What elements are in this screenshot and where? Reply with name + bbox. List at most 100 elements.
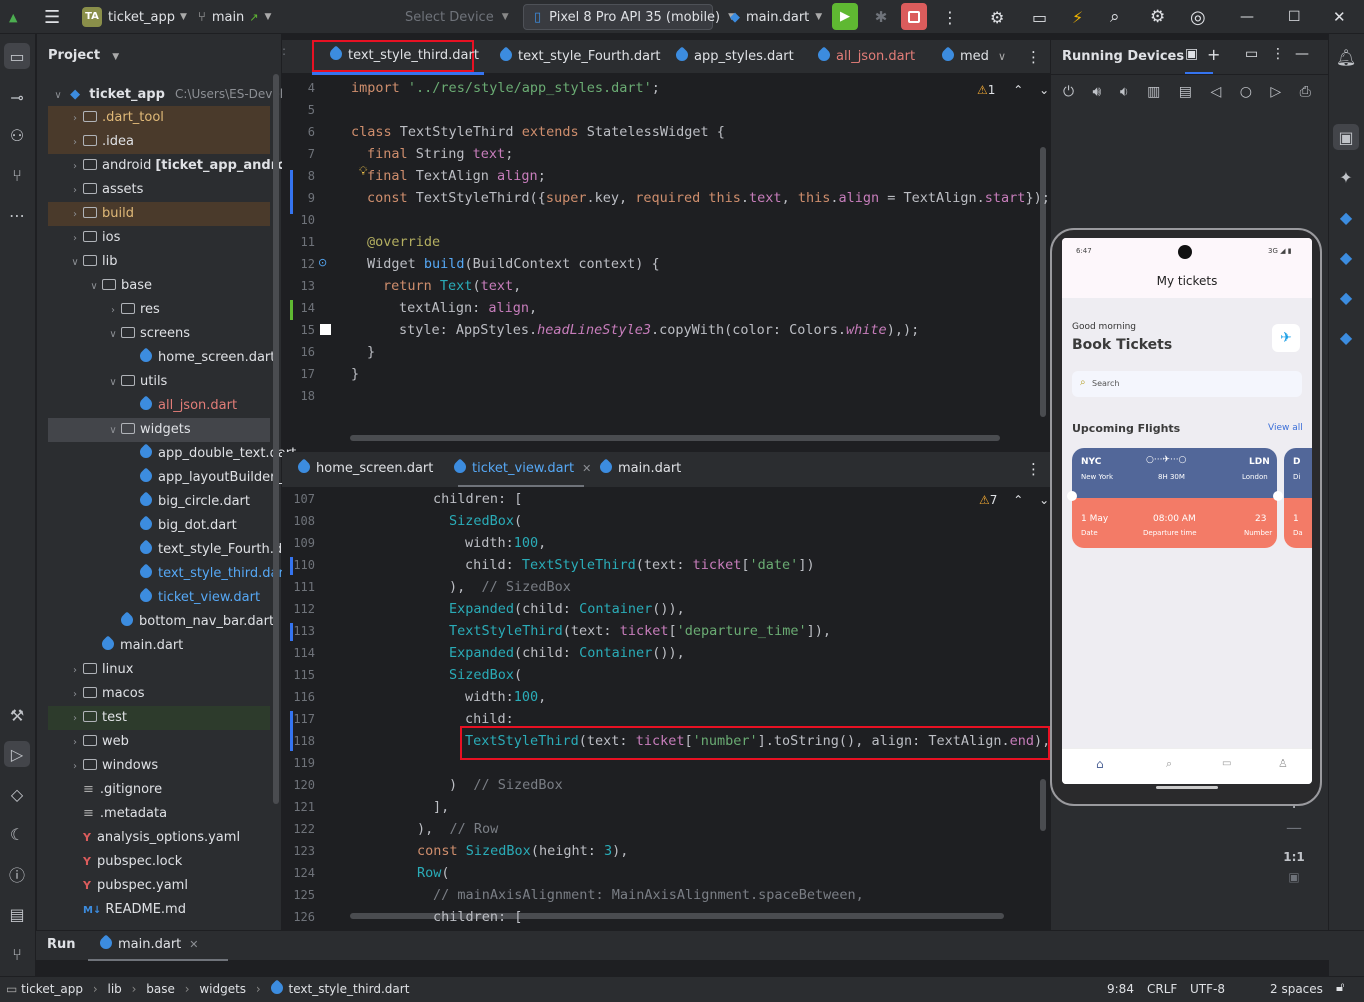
tree-item[interactable]: › assets	[48, 178, 270, 202]
code-line[interactable]: SizedBox(	[449, 664, 522, 686]
fit-screen-icon[interactable]: ▣	[1281, 870, 1307, 896]
stop-button[interactable]	[901, 3, 927, 30]
tab-main[interactable]: main.dart	[597, 452, 681, 486]
view-all-link[interactable]: View all	[1268, 423, 1303, 433]
override-gutter-icon[interactable]: ⊙	[318, 256, 327, 269]
run-config-dropdown[interactable]: ◆ main.dart ▼	[730, 0, 822, 34]
back-icon[interactable]: ◁	[1210, 84, 1221, 100]
overview-icon[interactable]: ▷	[1270, 84, 1281, 100]
tree-item[interactable]: › web	[48, 730, 270, 754]
collapse-arrow-icon[interactable]: ›	[67, 659, 83, 683]
expand-arrow-icon[interactable]: ∨	[86, 275, 102, 299]
warning-indicator[interactable]: ⚠1 ⌃ ⌄	[977, 83, 1049, 97]
tree-item[interactable]: ticket_view.dart	[48, 586, 270, 610]
tree-item[interactable]: › .idea	[48, 130, 270, 154]
code-line[interactable]: Row(	[417, 862, 450, 884]
volume-down-icon[interactable]: 🔉︎	[1120, 84, 1129, 100]
tree-item[interactable]: bottom_nav_bar.dart	[48, 610, 274, 634]
tree-item[interactable]: › ios	[48, 226, 270, 250]
ticket-bottom[interactable]: 1 May Date 08:00 AM Departure time 23 Nu…	[1072, 498, 1277, 548]
collapse-arrow-icon[interactable]: ›	[67, 179, 83, 203]
project-panel-header[interactable]: Project ▼	[48, 44, 119, 68]
close-tab-icon[interactable]: ✕	[582, 462, 591, 475]
version-control-icon[interactable]: ⑂	[4, 941, 30, 967]
bottom-editor-vscrollbar[interactable]	[1040, 779, 1046, 831]
breadcrumb-item[interactable]: widgets	[199, 982, 246, 996]
code-line[interactable]: // mainAxisAlignment: MainAxisAlignment.…	[433, 884, 864, 906]
tabs-more-icon[interactable]: ⋮	[1026, 452, 1041, 486]
project-folder-icon[interactable]: ▭	[4, 43, 30, 69]
volume-up-icon[interactable]: 🔊︎	[1093, 84, 1102, 100]
nav-ticket-icon[interactable]: ▭	[1222, 758, 1231, 769]
hide-panel-icon[interactable]: —	[1295, 46, 1309, 62]
tree-item[interactable]: ∨ widgets	[48, 418, 270, 442]
collapse-arrow-icon[interactable]: ›	[67, 755, 83, 779]
zoom-actual-size[interactable]: 1:1	[1281, 844, 1307, 870]
code-line[interactable]: ), // SizedBox	[449, 576, 571, 598]
tree-item[interactable]: home_screen.dart	[48, 346, 275, 370]
tab-home-screen[interactable]: home_screen.dart	[295, 452, 433, 486]
second-ticket-top[interactable]: D Di	[1284, 448, 1312, 498]
run-file-tab[interactable]: main.dart ✕	[97, 934, 199, 952]
close-button[interactable]: ✕	[1333, 0, 1346, 34]
code-line[interactable]: Expanded(child: Container()),	[449, 598, 685, 620]
home-icon[interactable]: ○	[1240, 84, 1252, 100]
build-icon[interactable]: ⚒	[4, 702, 30, 728]
collapse-arrow-icon[interactable]: ›	[67, 227, 83, 251]
tree-item[interactable]: M↓ README.md	[48, 898, 270, 922]
collapse-arrow-icon[interactable]: ›	[67, 683, 83, 707]
tree-item[interactable]: Ypubspec.yaml	[48, 874, 270, 898]
code-line[interactable]: width:100,	[465, 532, 546, 554]
collapse-arrow-icon[interactable]: ›	[67, 131, 83, 155]
expand-arrow-icon[interactable]: ∨	[105, 371, 121, 395]
warning-indicator[interactable]: ⚠7 ⌃ ⌄	[979, 493, 1049, 507]
phone-screen[interactable]: 6:47 3G ◢ ▮ My tickets Good morning Book…	[1062, 238, 1312, 784]
commit-icon[interactable]: ⊸	[4, 84, 30, 110]
run-tab[interactable]: Run	[47, 937, 76, 952]
more-actions-icon[interactable]: ⋮	[942, 0, 958, 34]
search-icon[interactable]: ⌕	[1110, 0, 1120, 34]
more-tools-icon[interactable]: ⋯	[4, 202, 30, 228]
run-tool-icon[interactable]: ▷	[4, 741, 30, 767]
add-device-icon[interactable]: +	[1207, 45, 1220, 64]
tree-item[interactable]: › windows	[48, 754, 270, 778]
expand-arrow-icon[interactable]: ∨	[105, 419, 121, 443]
code-line[interactable]: Widget build(BuildContext context) {	[367, 253, 660, 275]
code-line[interactable]: class TextStyleThird extends StatelessWi…	[351, 121, 725, 143]
tree-item[interactable]: Ypubspec.lock	[48, 850, 270, 874]
tabs-overflow-icon[interactable]: ∨	[998, 40, 1006, 74]
flutter-performance-icon[interactable]: ◆	[1333, 244, 1359, 270]
flutter-inspector-icon[interactable]: ◆	[1333, 204, 1359, 230]
tree-item[interactable]: ∨ lib	[48, 250, 270, 274]
project-selector[interactable]: TA ticket_app ▼	[82, 0, 187, 34]
tree-item[interactable]: text_style_Fourth.dart	[48, 538, 301, 562]
breadcrumb-item[interactable]: text_style_third.dart	[289, 982, 410, 996]
tree-item[interactable]: › android [ticket_app_android]	[48, 154, 306, 178]
screenshot-icon[interactable]: ⎙	[1300, 84, 1311, 100]
device-tab-icon[interactable]: ▣	[1185, 46, 1198, 62]
attach-debugger-icon[interactable]: ⚙	[990, 0, 1004, 34]
expand-arrow-icon[interactable]: ∨	[67, 251, 83, 275]
prev-highlight-icon[interactable]: ⌃	[1013, 493, 1023, 507]
debug-button[interactable]: ✱	[868, 3, 894, 30]
tree-item[interactable]: › res	[48, 298, 270, 322]
prev-highlight-icon[interactable]: ⌃	[1013, 83, 1023, 97]
code-line[interactable]: import '../res/style/app_styles.dart';	[351, 77, 660, 99]
logcat-icon[interactable]: ☾	[4, 821, 30, 847]
tree-item[interactable]: ∨ screens	[48, 322, 270, 346]
code-line[interactable]: }	[351, 363, 359, 385]
rotate-right-icon[interactable]: ▤	[1179, 84, 1192, 100]
tree-item[interactable]: › .dart_tool	[48, 106, 270, 130]
code-line[interactable]: ) // SizedBox	[449, 774, 563, 796]
breadcrumb-item[interactable]: base	[146, 982, 175, 996]
tree-item[interactable]: Yanalysis_options.yaml	[48, 826, 270, 850]
code-line[interactable]: final TextAlign align;	[367, 165, 546, 187]
next-highlight-icon[interactable]: ⌄	[1039, 83, 1049, 97]
code-line[interactable]: }	[367, 341, 375, 363]
tree-item[interactable]: big_dot.dart	[48, 514, 270, 538]
tabs-more-icon[interactable]: ⋮	[1026, 40, 1041, 74]
caret-position[interactable]: 9:84	[1107, 982, 1134, 996]
zoom-out-icon[interactable]: —	[1281, 818, 1307, 844]
code-line[interactable]: children: [	[433, 488, 522, 510]
collapse-arrow-icon[interactable]: ›	[105, 299, 121, 323]
